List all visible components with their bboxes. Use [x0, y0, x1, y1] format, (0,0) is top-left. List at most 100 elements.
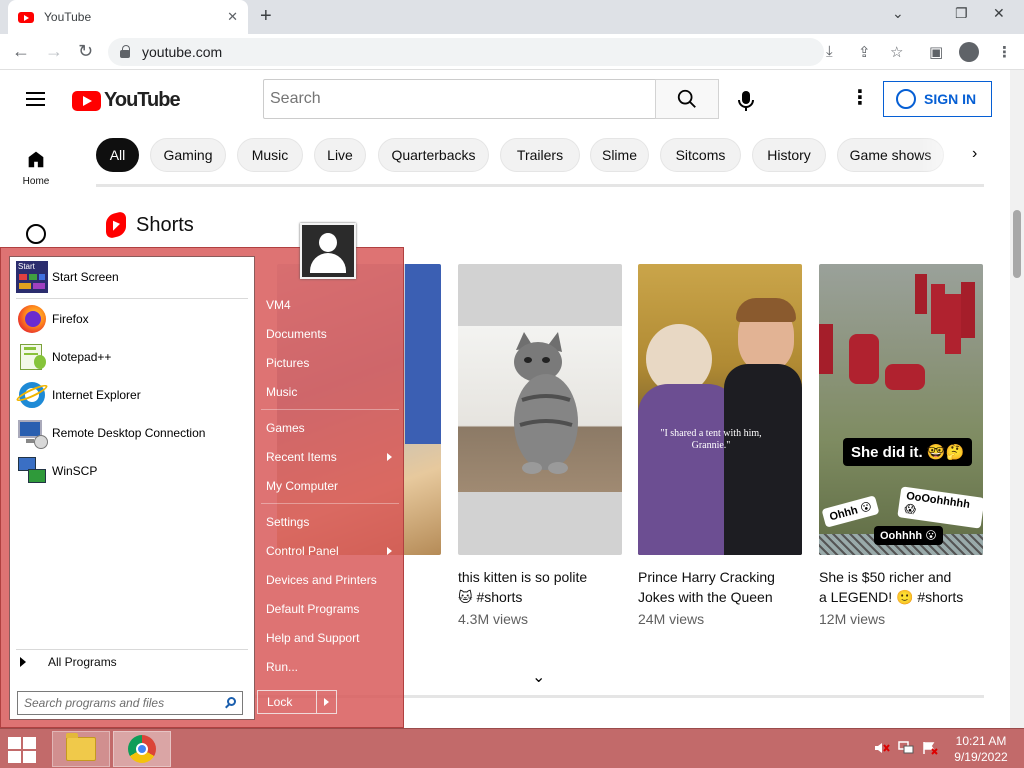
chrome-menu-icon[interactable]: ⋮	[997, 43, 1012, 61]
scrollbar-thumb[interactable]	[1013, 210, 1021, 278]
short-title-line: Jokes with the Queen	[638, 589, 773, 605]
start-item-winscp[interactable]: WinSCP	[16, 454, 246, 488]
user-silhouette-body	[310, 253, 346, 273]
start-right-item-devices-and-printers[interactable]: Devices and Printers	[266, 573, 377, 587]
window-restore-button[interactable]: ❐	[955, 5, 968, 22]
chip-bar: All Gaming Music Live Quarterbacks Trail…	[96, 138, 996, 172]
chip-next-icon[interactable]: ›	[972, 145, 977, 163]
start-right-item-vm4[interactable]: VM4	[266, 298, 291, 312]
home-icon	[28, 151, 44, 168]
tab-close-icon[interactable]: ✕	[227, 9, 238, 25]
speaker-muted-icon[interactable]	[874, 741, 890, 755]
action-center-flag-icon[interactable]	[922, 741, 938, 755]
start-search-input[interactable]: Search programs and files	[17, 691, 243, 715]
network-icon[interactable]	[898, 741, 914, 755]
explore-compass-icon[interactable]	[26, 224, 46, 244]
short-item[interactable]: "I shared a tent with him, Grannie." Pri…	[638, 264, 802, 627]
short-item[interactable]: this kitten is so polite 🐱 #shorts 4.3M …	[458, 264, 622, 627]
windows-start-button[interactable]	[8, 737, 38, 763]
start-right-item-my-computer[interactable]: My Computer	[266, 479, 338, 493]
start-right-item-run[interactable]: Run...	[266, 660, 298, 674]
forward-button[interactable]: →	[45, 41, 63, 62]
section-divider	[96, 184, 984, 187]
back-button[interactable]: ←	[12, 41, 30, 62]
submenu-arrow-icon	[387, 453, 392, 461]
start-screen-icon-text: Start	[18, 262, 35, 271]
start-item-internet-explorer[interactable]: Internet Explorer	[14, 378, 246, 412]
short-item[interactable]: She did it. 🤓🤔 Ohhh 😮 OoOohhhhh😱 Oohhhh …	[819, 264, 983, 627]
chip-slime[interactable]: Slime	[590, 138, 649, 172]
page-scrollbar[interactable]	[1010, 70, 1024, 728]
start-right-item-recent-items[interactable]: Recent Items	[266, 450, 337, 464]
chip-history[interactable]: History	[752, 138, 826, 172]
start-right-item-settings[interactable]: Settings	[266, 515, 309, 529]
sign-in-label: SIGN IN	[924, 91, 977, 107]
short-caption: "I shared a tent with him, Grannie."	[660, 428, 762, 451]
address-url: youtube.com	[142, 44, 223, 60]
chip-quarterbacks[interactable]: Quarterbacks	[378, 138, 489, 172]
kitten-image	[514, 332, 578, 474]
taskbar-chrome[interactable]	[113, 731, 171, 767]
browser-tab-youtube[interactable]: YouTube ✕	[8, 0, 248, 34]
taskbar-file-explorer[interactable]	[52, 731, 110, 767]
shorts-shelf-header: Shorts	[106, 210, 194, 240]
profile-avatar-icon[interactable]	[959, 42, 979, 62]
lock-label: Lock	[267, 695, 293, 709]
start-item-remote-desktop[interactable]: Remote Desktop Connection	[16, 416, 246, 450]
taskbar-clock[interactable]: 10:21 AM 9/19/2022	[946, 733, 1016, 765]
short-title-line: Prince Harry Cracking	[638, 569, 775, 585]
start-right-item-documents[interactable]: Documents	[266, 327, 327, 341]
youtube-logo[interactable]: YouTube	[72, 89, 181, 112]
start-right-item-pictures[interactable]: Pictures	[266, 356, 309, 370]
short-title[interactable]: She is $50 richer and a LEGEND! 🙂 #short…	[819, 567, 983, 607]
start-item-start-screen[interactable]: Start Start Screen	[16, 260, 246, 294]
chip-sitcoms[interactable]: Sitcoms	[660, 138, 741, 172]
guide-item-home[interactable]: Home	[0, 148, 72, 187]
start-right-item-games[interactable]: Games	[266, 421, 305, 435]
user-account-picture[interactable]	[300, 223, 356, 279]
share-icon[interactable]: ⇪	[858, 43, 871, 61]
voice-search-button[interactable]	[735, 89, 757, 118]
show-more-chevron-icon[interactable]: ⌄	[532, 667, 545, 687]
install-app-icon[interactable]: ⤓	[826, 43, 833, 60]
search-button[interactable]	[655, 79, 719, 119]
short-title[interactable]: Prince Harry Cracking Jokes with the Que…	[638, 567, 802, 607]
lock-button[interactable]: Lock	[257, 690, 337, 714]
start-right-item-control-panel[interactable]: Control Panel	[266, 544, 339, 558]
new-tab-button[interactable]: +	[260, 5, 272, 28]
short-thumbnail-queen[interactable]: "I shared a tent with him, Grannie."	[638, 264, 802, 555]
short-thumbnail-kitten[interactable]	[458, 264, 622, 555]
chip-all[interactable]: All	[96, 138, 139, 172]
start-menu-separator	[16, 298, 248, 299]
search-icon	[227, 697, 236, 706]
guide-menu-icon[interactable]	[26, 92, 45, 106]
start-right-item-help-and-support[interactable]: Help and Support	[266, 631, 359, 645]
start-right-item-music[interactable]: Music	[266, 385, 297, 399]
settings-more-icon[interactable]: ⋮	[850, 88, 870, 108]
reload-button[interactable]: ↻	[78, 41, 93, 62]
window-close-button[interactable]: ✕	[993, 5, 1005, 22]
chip-live[interactable]: Live	[314, 138, 366, 172]
bookmark-star-icon[interactable]: ☆	[890, 43, 903, 61]
start-screen-icon: Start	[16, 261, 48, 293]
short-caption: OoOohhhhh😱	[897, 486, 983, 529]
short-thumbnail-graduation[interactable]: She did it. 🤓🤔 Ohhh 😮 OoOohhhhh😱 Oohhhh …	[819, 264, 983, 555]
start-item-notepad-plus-plus[interactable]: Notepad++	[16, 340, 246, 374]
address-bar[interactable]: youtube.com	[108, 38, 824, 66]
sign-in-button[interactable]: SIGN IN	[883, 81, 992, 117]
start-item-firefox[interactable]: Firefox	[16, 302, 246, 336]
youtube-header: YouTube Search ⋮ SIGN IN	[0, 70, 1010, 128]
lock-options-arrow-icon[interactable]	[316, 691, 336, 713]
side-panel-icon[interactable]: ▣	[929, 43, 943, 61]
chip-trailers[interactable]: Trailers	[500, 138, 580, 172]
all-programs-button[interactable]: All Programs	[20, 655, 117, 669]
start-item-label: WinSCP	[52, 464, 98, 478]
chip-gaming[interactable]: Gaming	[150, 138, 226, 172]
short-title[interactable]: this kitten is so polite 🐱 #shorts	[458, 567, 622, 607]
tab-search-icon[interactable]: ⌄	[892, 5, 904, 22]
search-input[interactable]: Search	[263, 79, 656, 119]
search-icon	[677, 89, 696, 108]
chip-music[interactable]: Music	[237, 138, 303, 172]
winscp-icon	[16, 455, 48, 487]
start-right-item-default-programs[interactable]: Default Programs	[266, 602, 359, 616]
